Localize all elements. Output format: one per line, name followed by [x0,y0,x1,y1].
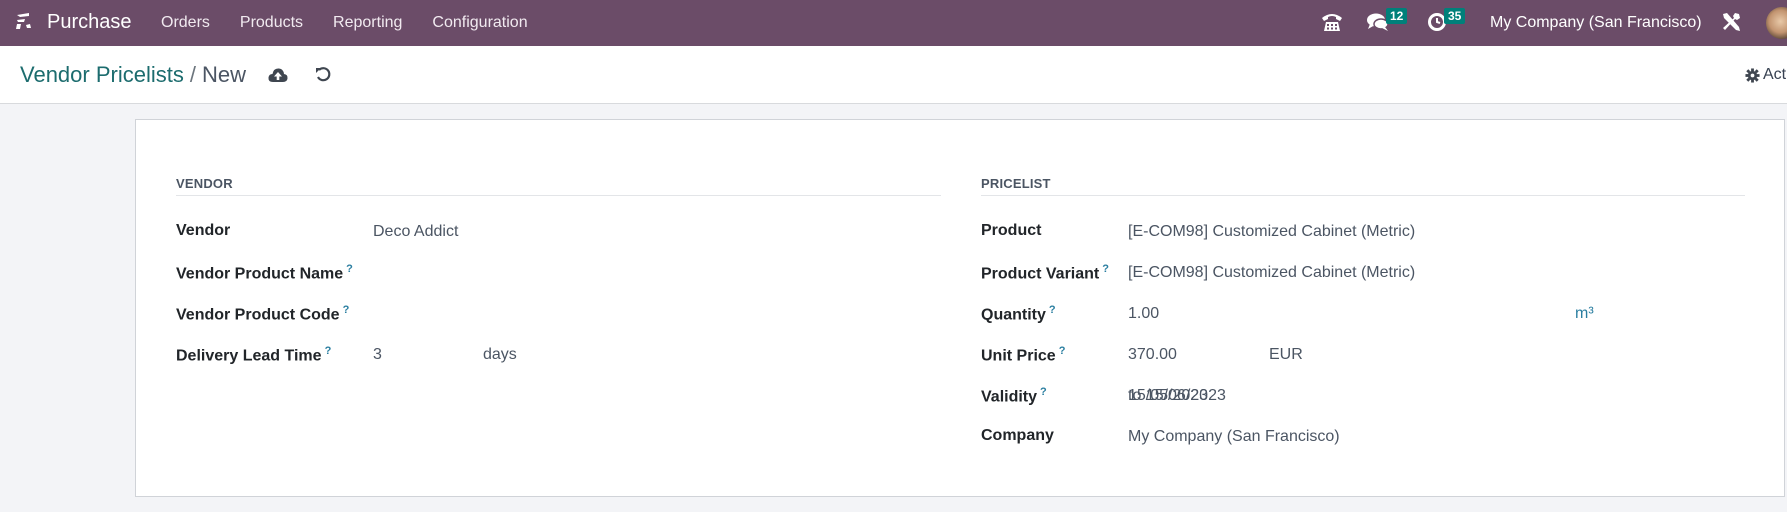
form-sheet: VENDOR Vendor Deco Addict Vendor Product… [135,119,1785,497]
field-vendor: Vendor Deco Addict [176,214,941,255]
gear-icon [1745,67,1760,83]
help-tooltip-icon[interactable]: ? [1049,304,1056,316]
company-switcher[interactable]: My Company (San Francisco) [1490,14,1702,32]
vendor-product-name-input[interactable] [373,264,773,284]
menu-products[interactable]: Products [240,14,303,32]
action-label: Act [1763,66,1787,83]
delivery-lead-time-input[interactable]: 3 [373,346,382,364]
save-cloud-icon[interactable] [268,67,288,83]
help-tooltip-icon[interactable]: ? [346,263,353,275]
app-brand[interactable]: Purchase [47,11,132,34]
validity-label-text: Validity [981,388,1038,406]
delivery-lead-time-label-text: Delivery Lead Time [176,347,322,365]
breadcrumb: Vendor Pricelists / New [20,62,246,88]
quantity-label-text: Quantity [981,306,1046,324]
help-tooltip-icon[interactable]: ? [1102,263,1109,275]
tools-icon[interactable] [1720,11,1742,33]
unit-price-input[interactable]: 370.00 [1128,346,1177,364]
vendor-product-code-label-text: Vendor Product Code [176,306,340,324]
vendor-product-code-label: Vendor Product Code? [176,304,349,324]
product-label-text: Product [981,222,1042,239]
chat-count-badge: 12 [1386,8,1408,24]
discard-undo-icon[interactable] [315,66,331,82]
vendor-product-name-label-text: Vendor Product Name [176,265,344,283]
app-switcher-icon[interactable] [15,12,33,30]
field-unit-price: Unit Price? 370.00 EUR [981,337,1745,378]
product-variant-input[interactable]: [E-COM98] Customized Cabinet (Metric) [1128,264,1415,282]
currency-select[interactable]: EUR [1269,346,1303,364]
vendor-group-title: VENDOR [176,176,941,196]
field-company: Company My Company (San Francisco) [981,419,1745,460]
top-navbar: Purchase Orders Products Reporting Confi… [0,0,1787,46]
breadcrumb-current: New [201,62,246,87]
field-product-variant: Product Variant? [E-COM98] Customized Ca… [981,255,1745,296]
product-input[interactable]: [E-COM98] Customized Cabinet (Metric) [1128,223,1415,241]
help-tooltip-icon[interactable]: ? [325,345,332,357]
user-avatar[interactable] [1766,7,1787,39]
validity-end-date-input[interactable]: to 15/06/2023 [1128,387,1226,405]
field-vendor-product-name: Vendor Product Name? [176,255,941,296]
quantity-input[interactable]: 1.00 [1128,305,1159,323]
help-tooltip-icon[interactable]: ? [343,304,350,316]
validity-label: Validity? [981,386,1047,406]
field-product: Product [E-COM98] Customized Cabinet (Me… [981,214,1745,255]
vendor-product-name-label: Vendor Product Name? [176,263,353,283]
product-variant-label: Product Variant? [981,263,1109,283]
breadcrumb-separator: / [189,62,196,87]
quantity-uom-link[interactable]: m³ [1575,305,1594,323]
pricelist-group-title: PRICELIST [981,176,1745,196]
company-label: Company [981,427,1054,445]
product-label: Product [981,222,1041,240]
vendor-label-text: Vendor [176,222,231,239]
field-quantity: Quantity? 1.00 m³ [981,296,1745,337]
activity-count-badge: 35 [1444,8,1466,24]
vendor-label: Vendor [176,222,230,240]
product-variant-label-text: Product Variant [981,265,1100,283]
menu-configuration[interactable]: Configuration [432,14,527,32]
field-validity: Validity? 15/05/2023 to 15/06/2023 [981,378,1745,419]
help-tooltip-icon[interactable]: ? [1040,386,1047,398]
unit-price-label-text: Unit Price [981,347,1056,365]
control-panel: Vendor Pricelists / New Act [0,46,1787,104]
menu-orders[interactable]: Orders [161,14,210,32]
vendor-product-code-input[interactable] [373,305,773,325]
company-label-text: Company [981,427,1054,444]
quantity-label: Quantity? [981,304,1056,324]
vendor-input[interactable]: Deco Addict [373,223,458,241]
field-vendor-product-code: Vendor Product Code? [176,296,941,337]
breadcrumb-vendor-pricelists[interactable]: Vendor Pricelists [20,62,184,87]
delivery-lead-time-label: Delivery Lead Time? [176,345,331,365]
vendor-group: VENDOR Vendor Deco Addict Vendor Product… [176,176,941,378]
action-menu-button[interactable]: Act [1745,66,1786,84]
field-delivery-lead-time: Delivery Lead Time? 3 days [176,337,941,378]
phone-icon[interactable] [1320,11,1344,33]
unit-price-label: Unit Price? [981,345,1065,365]
help-tooltip-icon[interactable]: ? [1059,345,1066,357]
company-input[interactable]: My Company (San Francisco) [1128,428,1340,446]
main-menu: Orders Products Reporting Configuration [161,14,558,32]
delivery-lead-time-unit: days [483,346,517,363]
menu-reporting[interactable]: Reporting [333,14,402,32]
pricelist-group: PRICELIST Product [E-COM98] Customized C… [981,176,1745,460]
